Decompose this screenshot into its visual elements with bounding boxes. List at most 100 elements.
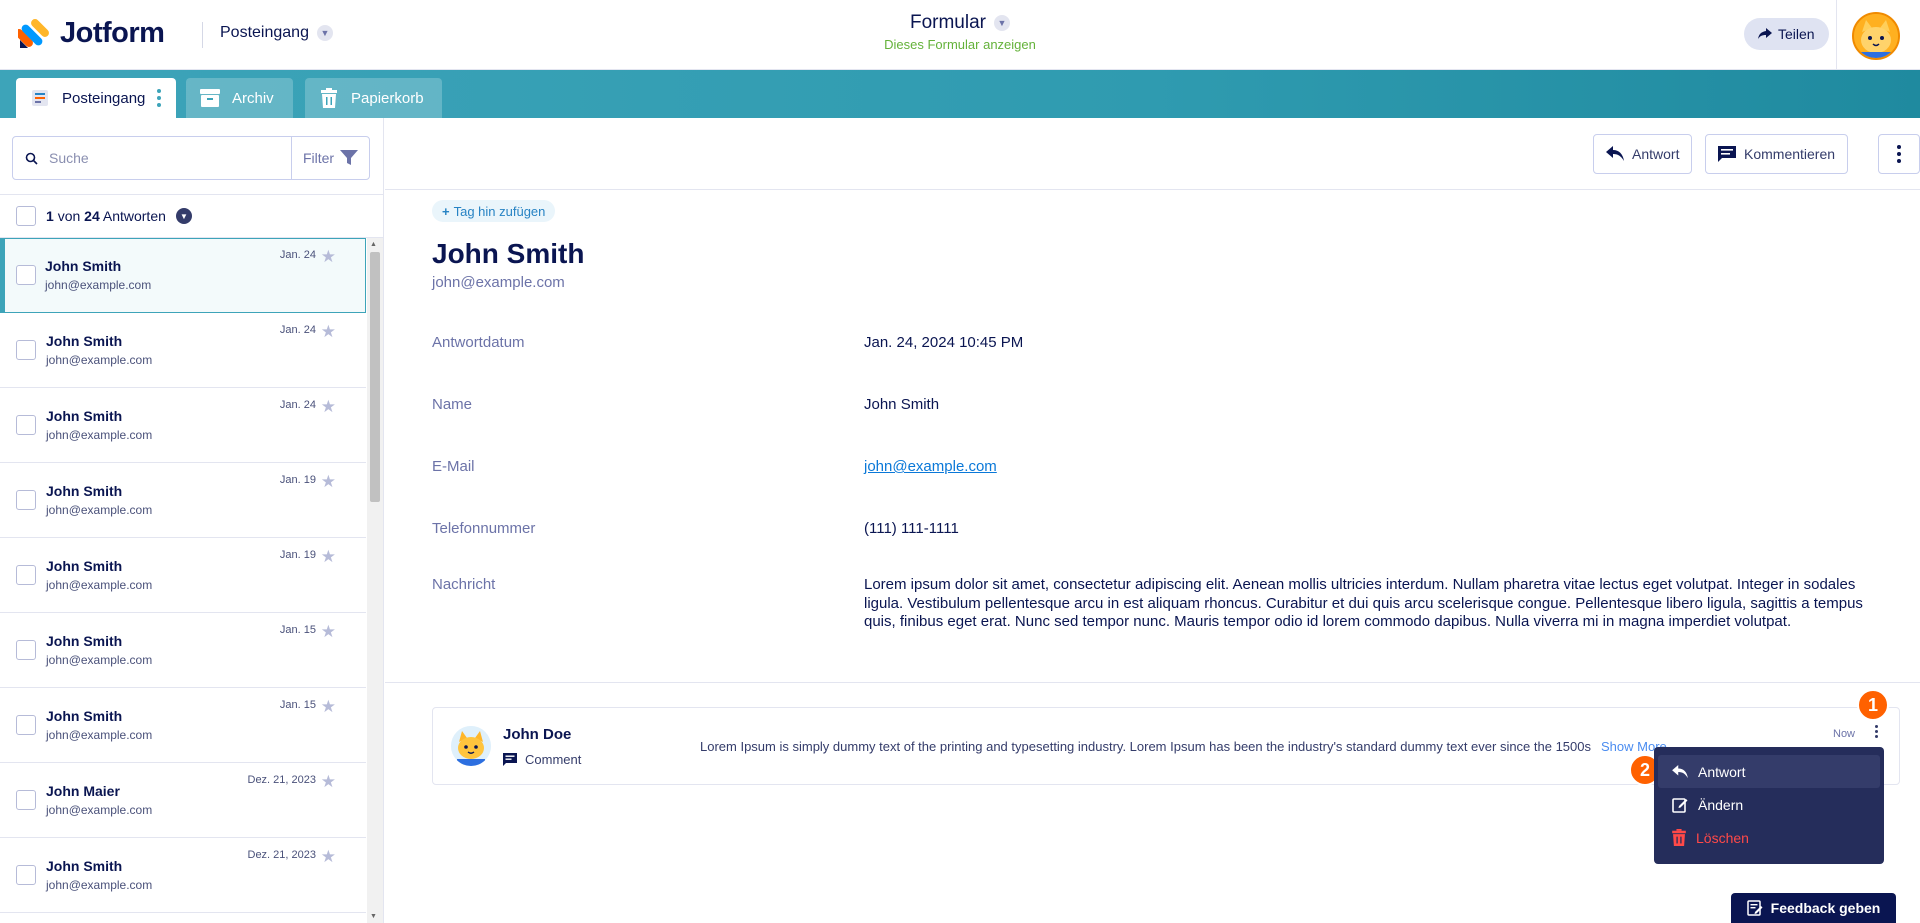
menu-item-edit[interactable]: Ändern (1658, 788, 1880, 821)
count-total: 24 (84, 208, 100, 224)
inbox-selector[interactable]: Posteingang ▼ (220, 24, 333, 42)
star-icon[interactable]: ★ (321, 697, 336, 717)
view-form-link[interactable]: Dieses Formular anzeigen (860, 37, 1060, 52)
star-icon[interactable]: ★ (321, 247, 336, 267)
list-item[interactable]: John Smith john@example.com Jan. 15 ★ (0, 688, 366, 763)
list-item[interactable]: John Smith john@example.com Dez. 21, 202… (0, 838, 366, 913)
star-icon[interactable]: ★ (321, 397, 336, 417)
item-checkbox[interactable] (16, 790, 36, 810)
item-date: Jan. 24 (279, 249, 316, 261)
podo-avatar-icon (1854, 14, 1898, 58)
item-name: John Smith (46, 708, 123, 724)
search-input[interactable] (49, 150, 291, 166)
user-avatar[interactable] (1852, 12, 1900, 60)
star-icon[interactable]: ★ (321, 772, 336, 792)
list-item[interactable]: John Smith john@example.com Jan. 19 ★ (0, 463, 366, 538)
item-date: Jan. 19 (279, 549, 316, 561)
add-tag-button[interactable]: + Tag hin zufügen (432, 200, 556, 222)
tab-posteingang[interactable]: Posteingang (16, 78, 176, 118)
list-item[interactable]: John Smith john@example.com Jan. 19 ★ (0, 538, 366, 613)
trash-icon (1672, 829, 1686, 846)
top-header: Jotform Posteingang ▼ Formular ▼ Dieses … (0, 0, 1920, 70)
form-title-area: Formular ▼ Dieses Formular anzeigen (860, 12, 1060, 52)
archive-icon (200, 88, 220, 108)
list-item[interactable]: John Smith john@example.com Jan. 24 ★ (0, 388, 366, 463)
menu-item-label: Löschen (1696, 829, 1749, 846)
submission-toolbar: Antwort Kommentieren (385, 118, 1920, 190)
scroll-down-arrow-icon[interactable]: ▼ (370, 913, 377, 920)
chevron-down-icon[interactable]: ▼ (175, 208, 192, 224)
star-icon[interactable]: ★ (321, 472, 336, 492)
scrollbar-thumb[interactable] (370, 252, 380, 502)
item-email: john@example.com (46, 503, 153, 517)
list-item[interactable]: John Smith john@example.com Jan. 24 ★ (0, 313, 366, 388)
menu-item-label: Antwort (1698, 763, 1746, 780)
header-divider (202, 22, 203, 48)
reply-button[interactable]: Antwort (1593, 134, 1693, 174)
filter-label: Filter (302, 150, 335, 166)
comment-button[interactable]: Kommentieren (1705, 134, 1849, 174)
list-scrollbar[interactable]: ▲ ▼ (367, 238, 383, 923)
tab-archiv[interactable]: Archiv (186, 78, 293, 118)
item-email: john@example.com (46, 803, 153, 817)
item-checkbox[interactable] (16, 640, 36, 660)
comment-icon (1718, 146, 1736, 162)
item-name: John Smith (46, 333, 123, 349)
menu-item-reply[interactable]: Antwort (1658, 755, 1880, 788)
filter-button[interactable]: Filter (291, 137, 369, 179)
item-date: Jan. 19 (279, 474, 316, 486)
item-checkbox[interactable] (16, 490, 36, 510)
item-date: Dez. 21, 2023 (247, 849, 317, 861)
reply-icon (1606, 146, 1624, 161)
item-email: john@example.com (45, 278, 152, 292)
podo-avatar-icon (451, 726, 491, 766)
feedback-button[interactable]: Feedback geben (1731, 893, 1896, 923)
feedback-icon (1746, 900, 1763, 916)
comment-text: Lorem Ipsum is simply dummy text of the … (700, 739, 1592, 754)
item-date: Jan. 24 (279, 399, 316, 411)
menu-item-label: Ändern (1698, 796, 1744, 813)
tab-papierkorb[interactable]: Papierkorb (305, 78, 442, 118)
more-options-button[interactable] (1878, 134, 1920, 174)
reply-label: Antwort (1632, 146, 1680, 162)
plus-icon: + (442, 203, 450, 219)
comment-options-icon[interactable] (1875, 725, 1878, 738)
tab-options-icon[interactable] (157, 89, 162, 107)
share-button[interactable]: Teilen (1744, 18, 1829, 50)
item-name: John Smith (46, 558, 123, 574)
field-label-message: Nachricht (432, 576, 496, 593)
item-checkbox[interactable] (16, 715, 36, 735)
search-icon (13, 152, 49, 165)
item-date: Jan. 15 (279, 624, 316, 636)
jotform-logo[interactable]: Jotform (15, 16, 165, 50)
field-value-email-link[interactable]: john@example.com (864, 458, 997, 475)
list-item[interactable]: John Smith john@example.com Jan. 24 ★ (0, 238, 366, 313)
chevron-down-icon: ▼ (316, 25, 333, 41)
item-checkbox[interactable] (16, 265, 36, 285)
item-name: John Smith (45, 258, 122, 274)
item-email: john@example.com (46, 878, 153, 892)
menu-item-delete[interactable]: Löschen (1658, 821, 1880, 854)
item-email: john@example.com (46, 728, 153, 742)
count-suffix: Antworten (102, 208, 166, 224)
star-icon[interactable]: ★ (321, 622, 336, 642)
section-divider (385, 682, 1920, 683)
comment-label: Kommentieren (1744, 146, 1836, 162)
list-item[interactable]: John Smith john@example.com Jan. 15 ★ (0, 613, 366, 688)
comment-type-label: Comment (525, 752, 582, 767)
field-label-email: E-Mail (432, 458, 475, 475)
scroll-up-arrow-icon[interactable]: ▲ (370, 241, 377, 248)
item-checkbox[interactable] (16, 340, 36, 360)
item-checkbox[interactable] (16, 865, 36, 885)
item-checkbox[interactable] (16, 415, 36, 435)
select-all-checkbox[interactable] (16, 206, 36, 226)
count-current: 1 (46, 208, 54, 224)
star-icon[interactable]: ★ (321, 547, 336, 567)
field-label-name: Name (432, 396, 473, 413)
item-checkbox[interactable] (16, 565, 36, 585)
field-value-phone: (111) 111-1111 (864, 520, 959, 537)
star-icon[interactable]: ★ (321, 847, 336, 867)
star-icon[interactable]: ★ (321, 322, 336, 342)
form-title[interactable]: Formular ▼ (910, 12, 1010, 34)
list-item[interactable]: John Maier john@example.com Dez. 21, 202… (0, 763, 366, 838)
